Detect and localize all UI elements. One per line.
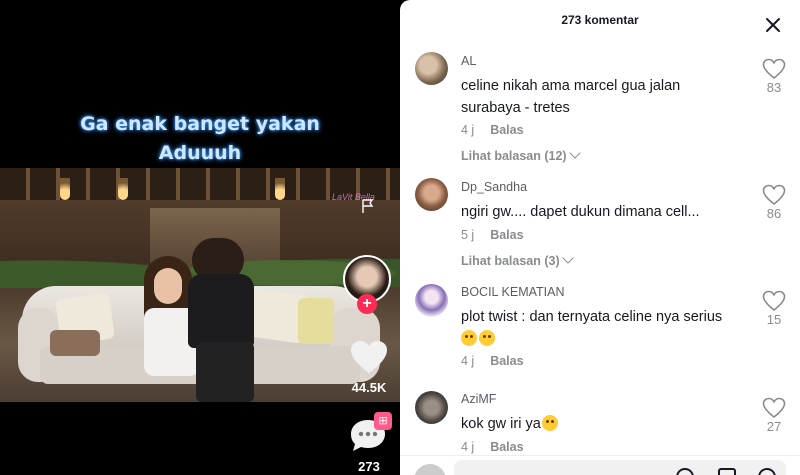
pillow: [50, 330, 100, 356]
user-avatar[interactable]: [415, 391, 448, 424]
comment-text: ngiri gw.... dapet dukun dimana cell...: [461, 204, 700, 220]
report-flag-icon[interactable]: [360, 198, 376, 214]
chevron-down-icon: [568, 147, 581, 159]
comment-username[interactable]: Dp_Sandha: [461, 180, 527, 194]
view-replies-link[interactable]: Lihat balasan (3): [461, 252, 574, 268]
user-avatar[interactable]: [415, 284, 448, 317]
comment-heart-icon[interactable]: [762, 184, 786, 206]
comments-title: 273 komentar: [561, 13, 639, 27]
comment-time: 4 j: [461, 123, 475, 137]
comment-username[interactable]: AziMF: [461, 392, 496, 406]
pleading-emoji-icon: [479, 330, 495, 346]
legs: [196, 342, 254, 402]
comment-like-count: 15: [766, 312, 782, 327]
user-avatar[interactable]: [415, 178, 448, 211]
lamp-decoration: [60, 178, 70, 200]
comment-heart-icon[interactable]: [762, 397, 786, 419]
reply-button[interactable]: Balas: [490, 123, 523, 137]
follow-button[interactable]: +: [357, 294, 377, 314]
comment-text: plot twist : dan ternyata celine nya ser…: [461, 309, 723, 325]
comment-count: 273: [358, 459, 380, 474]
comment-time: 5 j: [461, 228, 475, 242]
body: [188, 274, 254, 348]
comment-username[interactable]: AL: [461, 54, 476, 68]
comment-time: 4 j: [461, 354, 475, 368]
reply-button[interactable]: Balas: [490, 228, 523, 242]
comments-panel: 273 komentar AL celine nikah ama marcel …: [400, 0, 800, 475]
comment-meta: 4 j Balas: [461, 440, 524, 454]
video-caption-line2: Aduuuh: [158, 142, 242, 164]
comment-like-count: 83: [766, 80, 782, 95]
video-frame: LaVit Bella: [0, 168, 400, 402]
comment-heart-icon[interactable]: [762, 290, 786, 312]
gift-box-icon[interactable]: [718, 468, 736, 475]
comment-text: celine nikah ama marcel gua jalan suraba…: [461, 78, 681, 116]
person-man: [182, 238, 262, 402]
my-avatar: [414, 464, 446, 475]
comment-meta: 4 j Balas: [461, 354, 524, 368]
chevron-down-icon: [561, 252, 574, 264]
lamp-decoration: [118, 178, 128, 200]
heart-icon[interactable]: [350, 340, 388, 376]
comment-meta: 5 j Balas: [461, 228, 524, 242]
video-caption-line1: Ga enak banget yakan: [80, 113, 320, 135]
laughing-emoji-icon: [541, 415, 558, 431]
face: [154, 268, 182, 304]
video-player[interactable]: Ga enak banget yakan Aduuuh LaVit Bella: [0, 0, 400, 475]
user-avatar[interactable]: [415, 52, 448, 85]
comment-meta: 4 j Balas: [461, 123, 524, 137]
comment-like-count: 86: [766, 206, 782, 221]
flushed-emoji-icon: [461, 330, 477, 346]
comment-username[interactable]: BOCIL KEMATIAN: [461, 285, 565, 299]
view-replies-link[interactable]: Lihat balasan (12): [461, 147, 581, 163]
close-icon[interactable]: [762, 14, 784, 36]
emoji-row: [461, 330, 497, 348]
reply-button[interactable]: Balas: [490, 440, 523, 454]
comment-composer: [400, 455, 800, 475]
pillow: [298, 298, 334, 344]
lamp-decoration: [275, 178, 285, 200]
comment-time: 4 j: [461, 440, 475, 454]
view-replies-label: Lihat balasan (3): [461, 254, 560, 268]
reply-button[interactable]: Balas: [490, 354, 523, 368]
gift-icon[interactable]: ⊞: [374, 412, 392, 430]
comment-heart-icon[interactable]: [762, 58, 786, 80]
view-replies-label: Lihat balasan (12): [461, 149, 567, 163]
comment-like-count: 27: [766, 419, 782, 434]
comment-input[interactable]: [454, 460, 786, 475]
comment-text-wrap: kok gw iri ya: [461, 413, 560, 435]
comment-text: kok gw iri ya: [461, 416, 541, 432]
like-count: 44.5K: [351, 380, 387, 395]
